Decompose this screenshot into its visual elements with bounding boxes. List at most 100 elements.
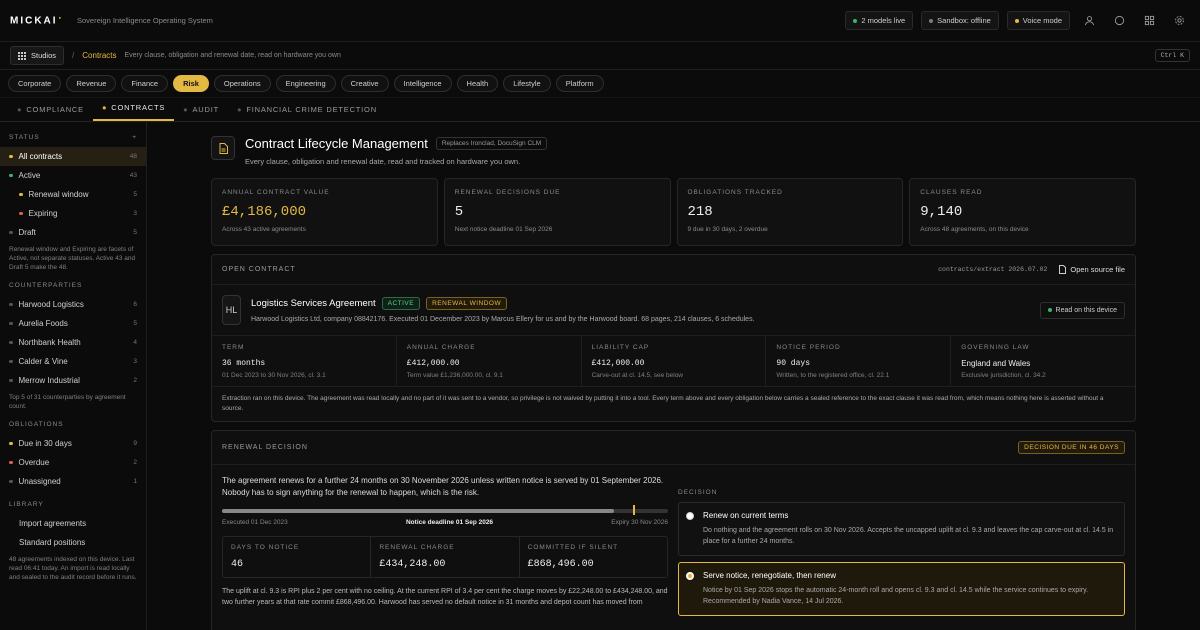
option-renew[interactable]: Renew on current terms Do nothing and th… (678, 502, 1125, 556)
status-dot-icon (929, 18, 934, 23)
tab-financial-crime[interactable]: ● FINANCIAL CRIME DETECTION (228, 105, 386, 121)
dept-risk[interactable]: Risk (173, 75, 209, 92)
read-on-device-button[interactable]: Read on this device (1039, 301, 1125, 319)
status-note: Renewal window and Expiring are facets o… (9, 246, 136, 271)
decision-due-badge: DECISION DUE IN 46 DAYS (1018, 441, 1125, 454)
stat-card-clauses[interactable]: CLAUSES READ 9,140 Across 48 agreements, o… (909, 178, 1136, 246)
sidebar-item-counterparty[interactable]: Calder & Vine 3 (0, 352, 146, 371)
breadcrumb-current[interactable]: Contracts (82, 51, 116, 60)
department-bar: Corporate Revenue Finance Risk Operation… (0, 70, 1200, 98)
agreement-title: Logistics Services Agreement (251, 298, 376, 309)
page-subtitle: Every clause, obligation and renewal dat… (245, 157, 521, 166)
dept-lifestyle[interactable]: Lifestyle (503, 75, 551, 92)
grid-icon[interactable] (1138, 11, 1160, 31)
timeline-start-label: Executed 01 Dec 2023 (222, 519, 288, 526)
breadcrumb-description: Every clause, obligation and renewal dat… (124, 52, 341, 59)
sidebar: STATUS + All contracts 48 Active 43 Renewal… (0, 122, 147, 630)
status-dot-icon (1014, 18, 1019, 23)
open-source-button[interactable]: Open source file (1059, 265, 1125, 274)
term-cell: NOTICE PERIOD 90 days Written, to the regi… (766, 336, 952, 386)
app-tagline: Sovereign Intelligence Operating System (76, 16, 213, 25)
option-serve-notice[interactable]: Serve notice, renegotiate, then renew No… (678, 562, 1125, 616)
sidebar-item-counterparty[interactable]: Merrow Industrial 2 (0, 371, 146, 390)
sidebar-item-unassigned[interactable]: Unassigned 1 (0, 472, 146, 491)
dept-engineering[interactable]: Engineering (275, 75, 336, 92)
tab-audit[interactable]: ● AUDIT (174, 105, 228, 121)
metric-renewal-charge: RENEWAL CHARGE £434,248.00 (371, 537, 520, 577)
command-shortcut[interactable]: Ctrl K (1154, 49, 1190, 62)
section-title: COUNTERPARTIES (9, 282, 83, 289)
studios-button[interactable]: Studios (10, 46, 65, 65)
tab-contracts[interactable]: ● CONTRACTS (92, 103, 175, 121)
models-live-pill[interactable]: 2 models live (845, 11, 914, 30)
avatar: HL (222, 295, 241, 325)
term-cell: ANNUAL CHARGE £412,000.00 Term value £1,23… (397, 336, 582, 386)
main-content: Contract Lifecycle Management Replaces I… (147, 122, 1200, 630)
status-dot-icon (1047, 308, 1052, 312)
dept-operations[interactable]: Operations (213, 75, 271, 92)
sidebar-item-import[interactable]: Import agreements (0, 514, 146, 533)
sidebar-item-draft[interactable]: Draft 5 (0, 223, 146, 242)
term-cell: GOVERNING LAW England and Wales Exclusive … (961, 344, 1046, 379)
sidebar-item-renewal-window[interactable]: Renewal window 5 (0, 185, 146, 204)
stat-card-obligations[interactable]: OBLIGATIONS TRACKED 218 9 due in 30 days, … (676, 178, 904, 246)
renewal-summary: The agreement renews for a further 24 mo… (222, 476, 664, 497)
tab-compliance[interactable]: ● COMPLIANCE (8, 105, 93, 121)
sidebar-item-expiring[interactable]: Expiring 3 (0, 204, 146, 223)
timeline-deadline-label: Notice deadline 01 Sep 2026 (405, 519, 494, 526)
section-title: LIBRARY (9, 501, 44, 508)
gear-icon[interactable] (1168, 11, 1190, 31)
terms-grid: TERM 36 months 01 Dec 2023 to 30 Nov 2026,… (212, 336, 1135, 387)
renewal-decision-card: RENEWAL DECISION DECISION DUE IN 46 DAYS… (211, 430, 1136, 630)
dept-creative[interactable]: Creative (340, 75, 389, 92)
voice-mode-pill[interactable]: Voice mode (1006, 11, 1070, 30)
dept-platform[interactable]: Platform (555, 75, 604, 92)
extraction-note: Extraction ran on this device. The agree… (222, 395, 1104, 412)
renewal-analysis: The uplift at cl. 9.3 is RPI plus 2 per … (222, 588, 668, 606)
sidebar-item-due-30[interactable]: Due in 30 days 9 (0, 434, 146, 453)
metric-days-to-notice: DAYS TO NOTICE 46 (223, 537, 372, 577)
sidebar-item-counterparty[interactable]: Aurelia Foods 5 (0, 314, 146, 333)
dept-intelligence[interactable]: Intelligence (393, 75, 452, 92)
term-cell: TERM 36 months 01 Dec 2023 to 30 Nov 2026,… (212, 336, 397, 386)
metric-committed: COMMITTED IF SILENT £868,496.00 (527, 544, 619, 570)
add-icon[interactable]: + (132, 134, 137, 141)
dept-finance[interactable]: Finance (121, 75, 169, 92)
circle-icon[interactable] (1108, 11, 1130, 31)
sandbox-pill[interactable]: Sandbox: offline (921, 11, 999, 30)
sidebar-item-counterparty[interactable]: Harwood Logistics 6 (0, 295, 146, 314)
tab-bar: ● COMPLIANCE ● CONTRACTS ● AUDIT ● FINANCIAL… (0, 98, 1200, 122)
deadline-marker (632, 505, 635, 515)
renewal-metrics: DAYS TO NOTICE 46 RENEWAL CHARGE £434,248.… (222, 536, 668, 578)
breadcrumb: Studios / Contracts Every clause, obliga… (0, 42, 1200, 70)
sidebar-item-overdue[interactable]: Overdue 2 (0, 453, 146, 472)
grid-icon (18, 51, 26, 60)
radio-button[interactable] (686, 572, 694, 580)
document-icon (211, 136, 235, 160)
top-bar: MICKAI● Sovereign Intelligence Operating… (0, 0, 1200, 42)
status-dot-icon (853, 18, 858, 23)
file-icon (1059, 265, 1067, 274)
stat-cards: ANNUAL CONTRACT VALUE £4,186,000 Across 43… (211, 178, 1136, 246)
stat-card-renewals[interactable]: RENEWAL DECISIONS DUE 5 Next notice deadli… (443, 178, 671, 246)
section-title: OBLIGATIONS (9, 421, 64, 428)
dept-corporate[interactable]: Corporate (8, 75, 62, 92)
replaces-badge: Replaces Ironclad, DocuSign CLM (435, 137, 548, 150)
term-cell: LIABILITY CAP £412,000.00 Carve-out at cl.… (582, 336, 767, 386)
renewal-timeline (222, 505, 668, 515)
user-icon[interactable] (1078, 11, 1100, 31)
sidebar-item-active[interactable]: Active 43 (0, 166, 146, 185)
stat-card-acv[interactable]: ANNUAL CONTRACT VALUE £4,186,000 Across 43… (211, 178, 438, 246)
counterparty-note: Top 5 of 31 counterparties by agreement … (9, 394, 126, 410)
radio-button[interactable] (686, 512, 694, 520)
dept-revenue[interactable]: Revenue (66, 75, 117, 92)
app-logo[interactable]: MICKAI● (10, 15, 63, 26)
sidebar-item-standard-positions[interactable]: Standard positions (0, 533, 146, 552)
sidebar-item-counterparty[interactable]: Northbank Health 4 (0, 333, 146, 352)
breadcrumb-separator: / (72, 51, 75, 60)
sidebar-item-all-contracts[interactable]: All contracts 48 (0, 147, 146, 166)
library-note: 48 agreements indexed on this device. La… (9, 556, 137, 581)
timeline-progress (222, 509, 615, 513)
section-title: STATUS + (9, 134, 137, 141)
dept-health[interactable]: Health (456, 75, 499, 92)
